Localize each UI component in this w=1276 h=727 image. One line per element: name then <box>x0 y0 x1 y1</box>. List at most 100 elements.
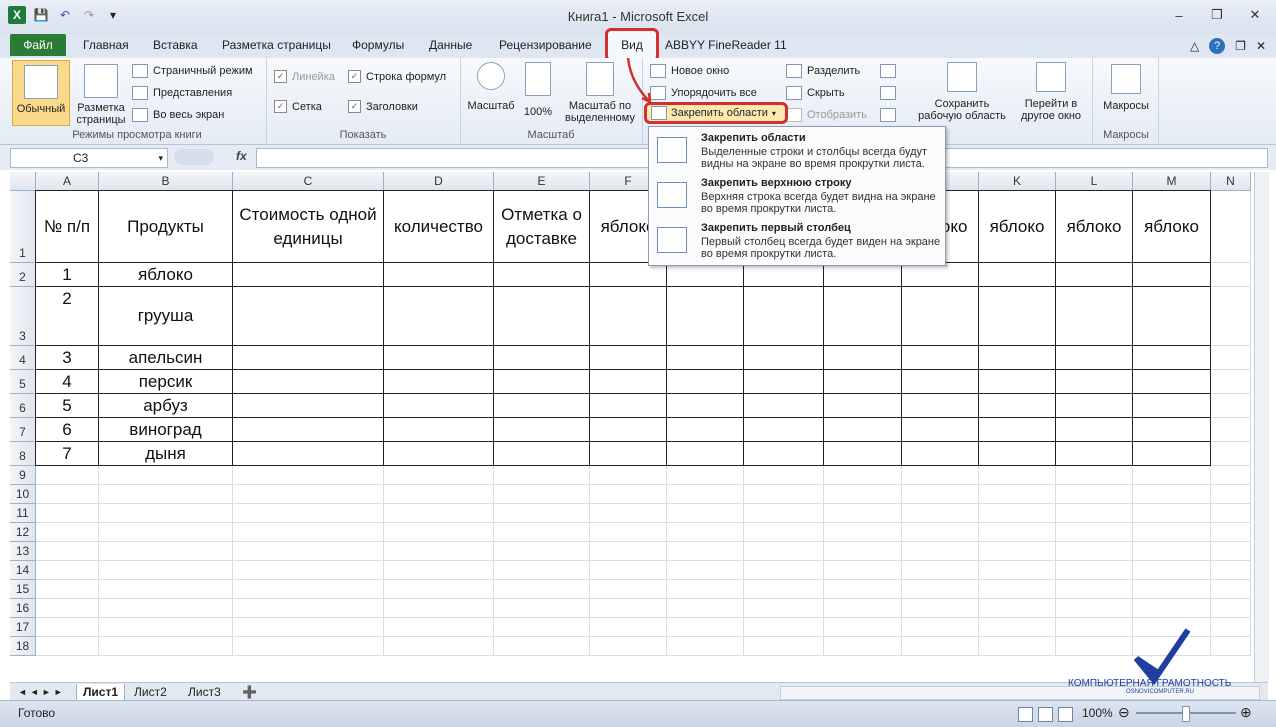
cell[interactable] <box>979 561 1056 580</box>
table-cell[interactable] <box>744 442 824 466</box>
cell[interactable] <box>902 580 979 599</box>
table-cell[interactable] <box>233 418 384 442</box>
tab-abbyy[interactable]: ABBYY FineReader 11 <box>665 38 787 52</box>
gridlines-checkbox[interactable]: ✓ Сетка <box>274 100 322 113</box>
cell[interactable] <box>494 466 590 485</box>
tab-insert[interactable]: Вставка <box>153 38 198 52</box>
table-cell[interactable] <box>384 442 494 466</box>
cell[interactable] <box>590 637 667 656</box>
cell[interactable] <box>667 542 744 561</box>
table-cell[interactable] <box>1056 370 1133 394</box>
cell[interactable] <box>36 504 99 523</box>
cell[interactable] <box>1133 485 1211 504</box>
table-cell[interactable] <box>979 418 1056 442</box>
table-cell[interactable] <box>979 263 1056 287</box>
table-cell[interactable] <box>667 346 744 370</box>
table-cell[interactable] <box>902 418 979 442</box>
row-number-cell[interactable]: 6 <box>36 418 99 442</box>
table-cell[interactable] <box>1056 287 1133 346</box>
cell[interactable] <box>1211 580 1251 599</box>
cell[interactable] <box>1056 466 1133 485</box>
table-cell[interactable] <box>667 418 744 442</box>
cell[interactable] <box>744 504 824 523</box>
cell[interactable] <box>233 580 384 599</box>
cell[interactable] <box>744 561 824 580</box>
table-cell[interactable] <box>494 346 590 370</box>
cell[interactable] <box>384 618 494 637</box>
cell[interactable] <box>36 485 99 504</box>
cell[interactable] <box>36 561 99 580</box>
cell[interactable] <box>99 618 233 637</box>
product-cell[interactable]: персик <box>99 370 233 394</box>
cell[interactable] <box>99 599 233 618</box>
cell[interactable] <box>233 542 384 561</box>
cell[interactable] <box>1211 191 1251 263</box>
row-number-cell[interactable]: 4 <box>36 370 99 394</box>
cell[interactable] <box>36 618 99 637</box>
cell[interactable] <box>1211 418 1251 442</box>
zoom-button[interactable]: Масштаб <box>466 62 516 112</box>
cell[interactable] <box>233 599 384 618</box>
cell[interactable] <box>233 561 384 580</box>
select-all-corner[interactable] <box>10 172 36 191</box>
table-cell[interactable] <box>494 263 590 287</box>
name-box[interactable]: C3 ▾ <box>10 148 168 168</box>
cell[interactable] <box>1211 394 1251 418</box>
row-header[interactable]: 10 <box>10 485 36 504</box>
product-cell[interactable]: дыня <box>99 442 233 466</box>
cell[interactable] <box>590 618 667 637</box>
cell[interactable] <box>494 485 590 504</box>
table-cell[interactable] <box>824 370 902 394</box>
cell[interactable] <box>1211 504 1251 523</box>
cell[interactable] <box>667 599 744 618</box>
column-header[interactable]: M <box>1133 172 1211 191</box>
table-cell[interactable] <box>233 263 384 287</box>
cell[interactable] <box>1211 523 1251 542</box>
cell[interactable] <box>902 599 979 618</box>
table-cell[interactable] <box>979 346 1056 370</box>
reset-window-button[interactable] <box>880 108 896 122</box>
page-break-status-icon[interactable] <box>1058 707 1073 722</box>
cell[interactable] <box>979 618 1056 637</box>
tab-review[interactable]: Рецензирование <box>499 38 592 52</box>
cell[interactable] <box>99 561 233 580</box>
table-cell[interactable] <box>384 394 494 418</box>
macros-button[interactable]: Макросы <box>1098 64 1154 112</box>
cell[interactable] <box>1211 442 1251 466</box>
cell[interactable] <box>744 618 824 637</box>
table-cell[interactable] <box>494 287 590 346</box>
cell[interactable] <box>590 523 667 542</box>
table-header-cell[interactable]: № п/п <box>36 191 99 263</box>
table-cell[interactable] <box>494 370 590 394</box>
table-cell[interactable] <box>744 418 824 442</box>
row-number-cell[interactable]: 5 <box>36 394 99 418</box>
cell[interactable] <box>667 561 744 580</box>
cell[interactable] <box>902 485 979 504</box>
cell[interactable] <box>667 504 744 523</box>
cell[interactable] <box>494 561 590 580</box>
table-cell[interactable] <box>744 263 824 287</box>
cell[interactable] <box>494 599 590 618</box>
sheet-tab-3[interactable]: Лист3 <box>182 684 227 700</box>
product-cell[interactable]: арбуз <box>99 394 233 418</box>
unhide-button[interactable]: Отобразить <box>786 108 867 122</box>
row-header[interactable]: 12 <box>10 523 36 542</box>
row-header[interactable]: 3 <box>10 287 36 346</box>
table-cell[interactable] <box>233 346 384 370</box>
table-cell[interactable] <box>1133 418 1211 442</box>
cell[interactable] <box>1211 370 1251 394</box>
table-header-cell[interactable]: яблоко <box>1133 191 1211 263</box>
table-cell[interactable] <box>824 442 902 466</box>
cell[interactable] <box>36 637 99 656</box>
row-number-cell[interactable]: 1 <box>36 263 99 287</box>
cell[interactable] <box>384 580 494 599</box>
hide-button[interactable]: Скрыть <box>786 86 845 100</box>
fullscreen-button[interactable]: Во весь экран <box>132 108 224 122</box>
cell[interactable] <box>36 599 99 618</box>
cell[interactable] <box>1211 542 1251 561</box>
table-cell[interactable] <box>233 394 384 418</box>
cell[interactable] <box>744 542 824 561</box>
table-cell[interactable] <box>902 263 979 287</box>
page-break-button[interactable]: Страничный режим <box>132 64 253 78</box>
row-number-cell[interactable]: 3 <box>36 346 99 370</box>
